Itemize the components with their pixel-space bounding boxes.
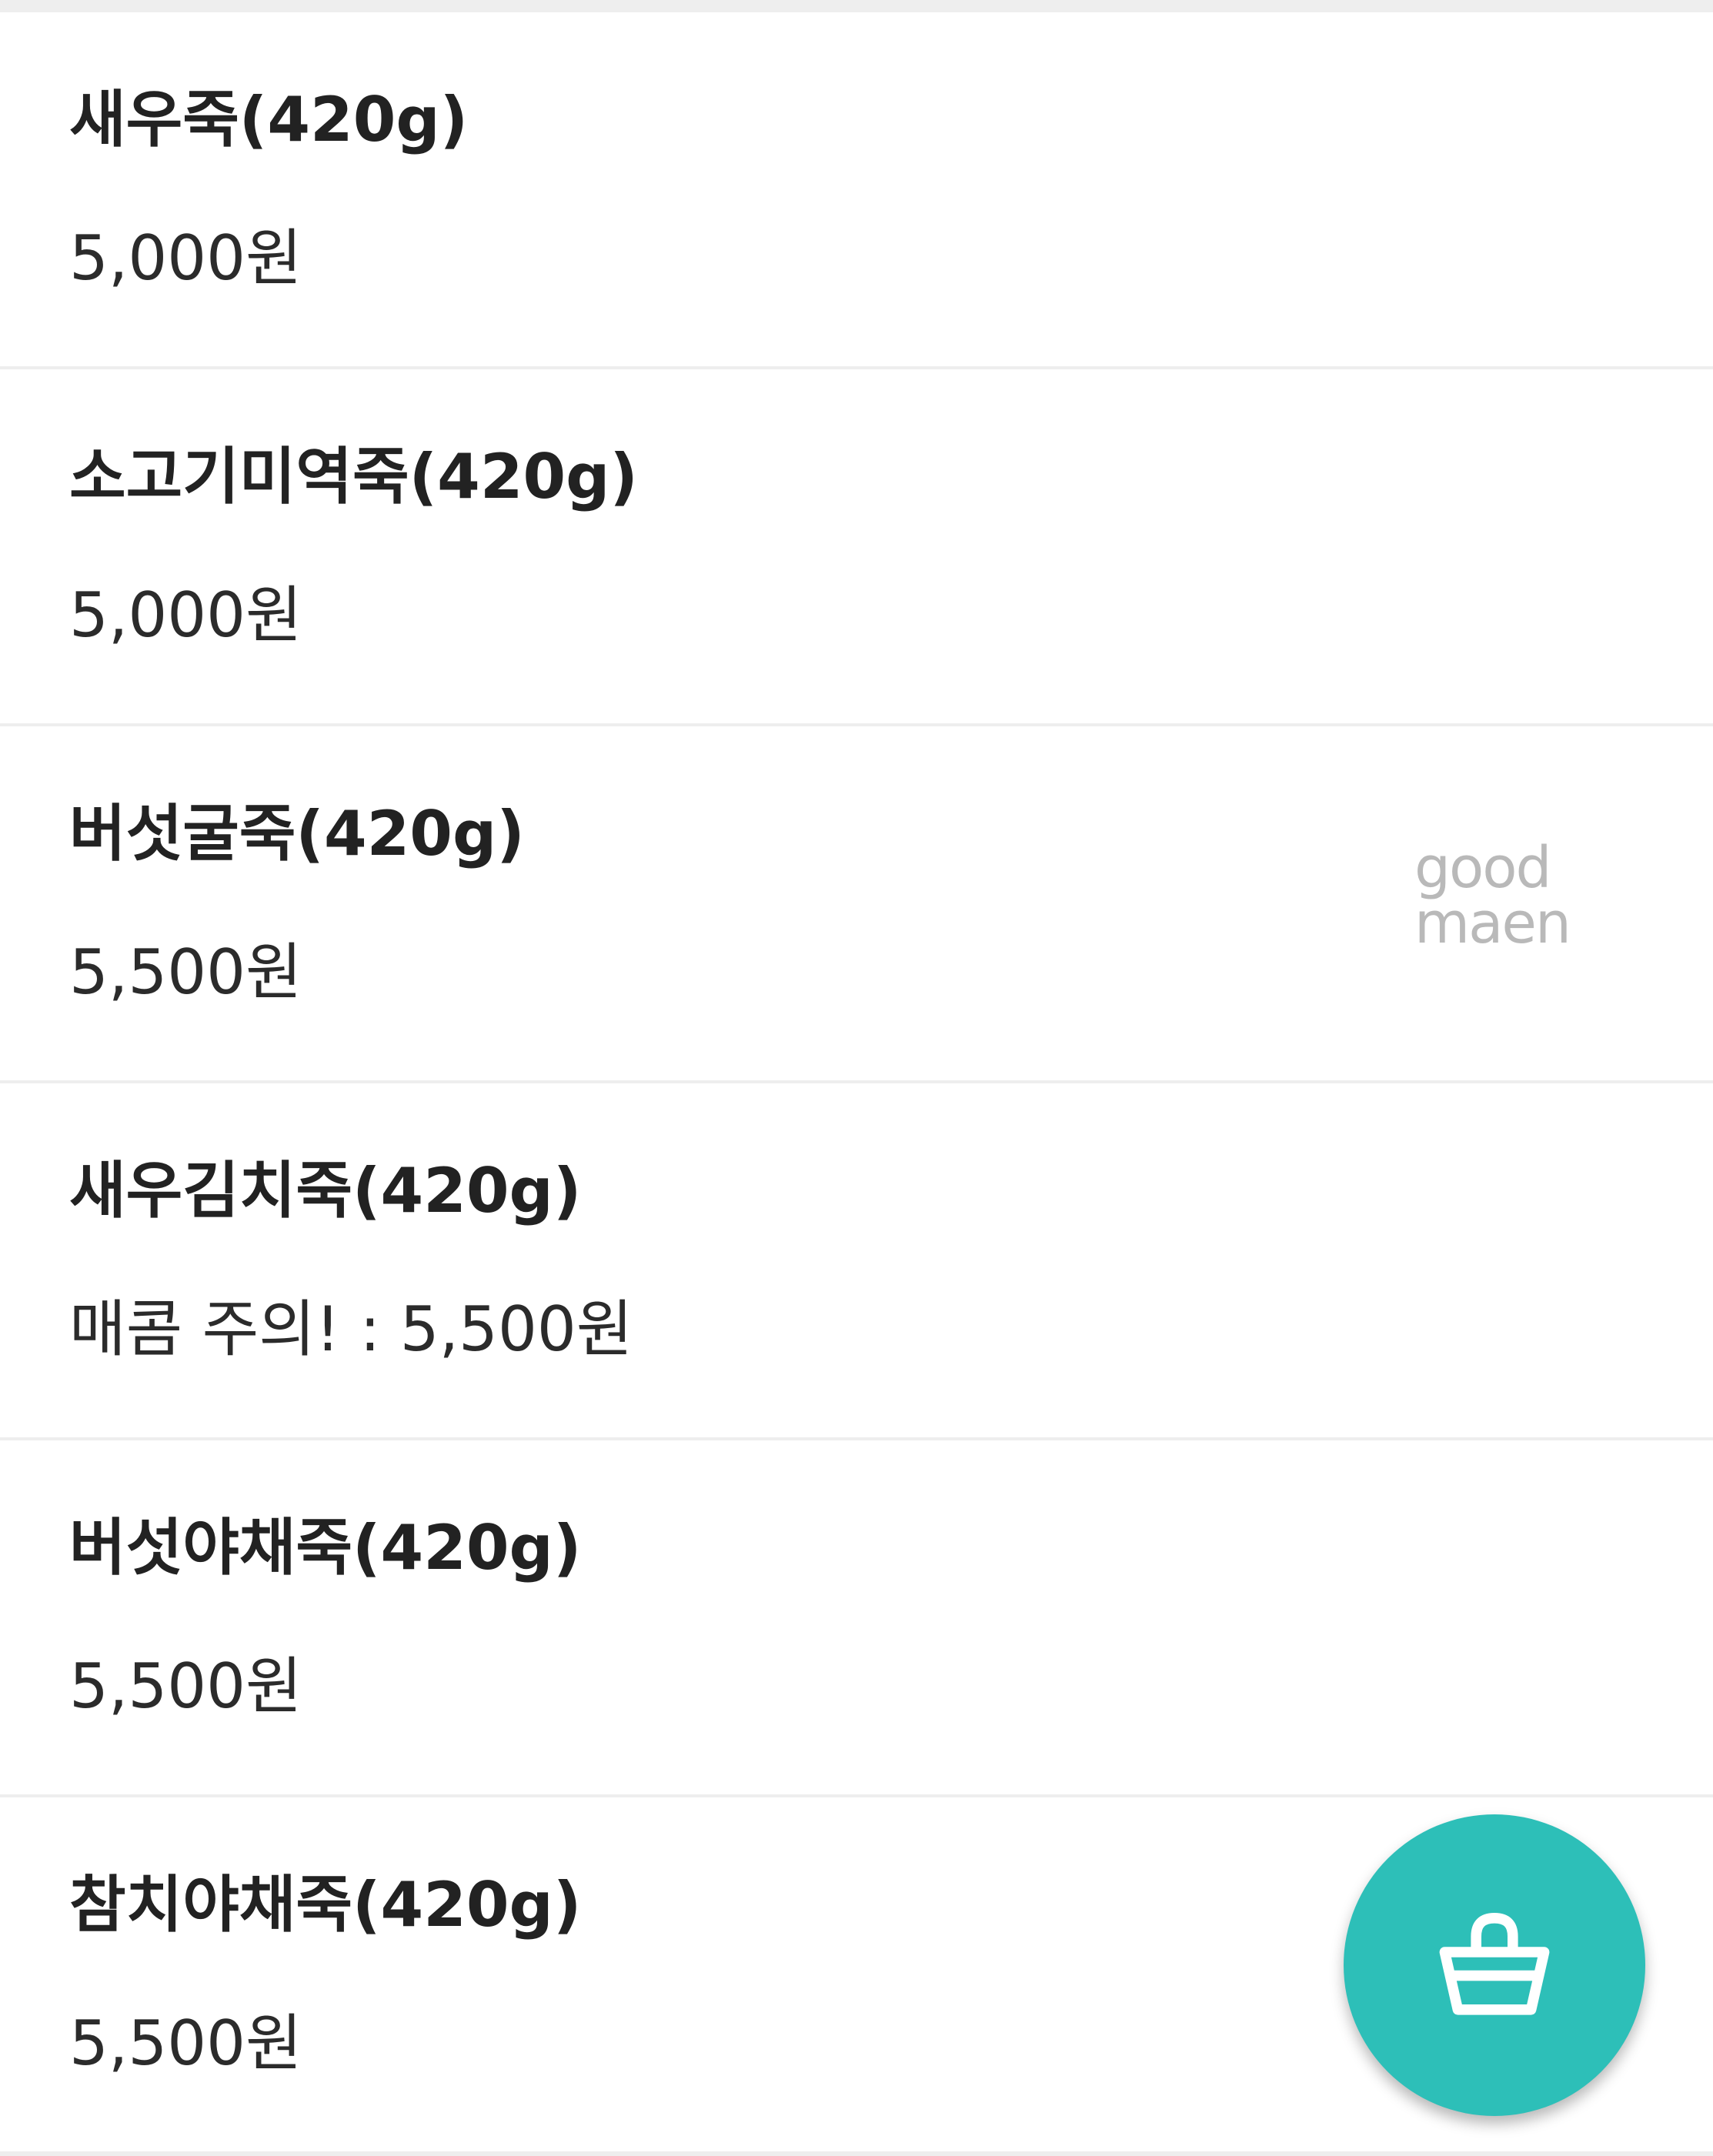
menu-item-name: 버섯굴죽(420g) [69,798,525,869]
watermark-logo: good maen [1414,835,1591,956]
menu-item-name: 버섯야채죽(420g) [69,1512,582,1584]
cart-button[interactable] [1344,1814,1645,2116]
menu-page: 새우죽(420g) 5,000원 소고기미역죽(420g) 5,000원 버섯굴… [0,0,1713,2156]
watermark-line: good [1414,835,1552,901]
menu-item[interactable]: 새우죽(420g) 5,000원 [0,12,1713,366]
menu-item[interactable]: 새우김치죽(420g) 매콤 주의! : 5,500원 [0,1083,1713,1437]
menu-item-price: 5,000원 [69,579,302,651]
menu-item-name: 새우김치죽(420g) [69,1155,582,1227]
menu-item-price: 5,500원 [69,2007,302,2079]
menu-item-name: 소고기미역죽(420g) [69,441,638,512]
menu-item[interactable]: 소고기미역죽(420g) 5,000원 [0,369,1713,723]
menu-item-name: 새우죽(420g) [69,84,469,155]
watermark-line: maen [1414,890,1571,956]
menu-item-price: 5,500원 [69,1650,302,1722]
menu-item-price: 5,000원 [69,222,302,294]
menu-item-name: 참치야채죽(420g) [69,1869,582,1941]
menu-item-price: 매콤 주의! : 5,500원 [69,1293,633,1365]
shopping-basket-icon [1439,1913,1550,2015]
menu-item-price: 5,500원 [69,936,302,1008]
menu-item[interactable]: 버섯야채죽(420g) 5,500원 [0,1440,1713,1794]
